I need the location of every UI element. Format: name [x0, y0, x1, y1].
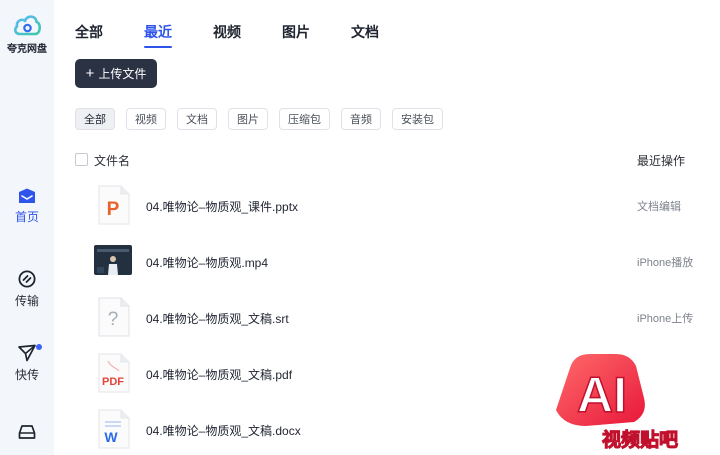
- file-recent-op: iPhone上传: [637, 313, 694, 325]
- file-name: 04.唯物论–物质观_文稿.pdf: [146, 368, 293, 382]
- svg-text:?: ?: [108, 309, 119, 330]
- tab-image[interactable]: 图片: [282, 22, 310, 48]
- tab-document[interactable]: 文档: [351, 22, 379, 48]
- sidebar-item-label: 首页: [14, 210, 39, 224]
- file-row[interactable]: ? 04.唯物论–物质观_文稿.srt iPhone上传: [75, 297, 720, 353]
- file-row[interactable]: P 04.唯物论–物质观_课件.pptx 文档编辑: [75, 185, 720, 241]
- unknown-file-icon: ?: [98, 297, 130, 337]
- file-row[interactable]: 04.唯物论–物质观.mp4 iPhone播放: [75, 241, 720, 297]
- select-all-checkbox[interactable]: [75, 153, 88, 166]
- filter-archive[interactable]: 压缩包: [279, 108, 330, 130]
- file-name: 04.唯物论–物质观_课件.pptx: [146, 200, 299, 214]
- app-name: 夸克网盘: [7, 44, 47, 55]
- plus-icon: +: [85, 65, 95, 82]
- filter-document[interactable]: 文档: [177, 108, 217, 130]
- svg-text:P: P: [107, 199, 120, 220]
- svg-text:PDF: PDF: [102, 376, 124, 388]
- watermark-small-text: 视频贴吧: [602, 428, 678, 451]
- upload-button-label: 上传文件: [98, 67, 147, 81]
- filter-installer[interactable]: 安装包: [392, 108, 443, 130]
- filter-all[interactable]: 全部: [75, 108, 115, 130]
- category-tabs: 全部 最近 视频 图片 文档: [75, 22, 420, 48]
- svg-text:W: W: [104, 429, 118, 445]
- sidebar-item-home[interactable]: 首页: [0, 188, 54, 225]
- file-name: 04.唯物论–物质观_文稿.docx: [146, 424, 301, 438]
- sidebar-item-transfer[interactable]: 传输: [0, 270, 54, 309]
- file-type-filters: 全部 视频 文档 图片 压缩包 音频 安装包: [75, 108, 454, 130]
- watermark-big-text: AI: [577, 367, 627, 423]
- video-thumbnail: [94, 245, 132, 275]
- send-icon: [18, 344, 36, 362]
- app-logo[interactable]: 夸克网盘: [0, 12, 54, 55]
- notification-dot: [36, 344, 42, 350]
- docx-file-icon: W: [98, 409, 130, 449]
- upload-file-button[interactable]: + 上传文件: [75, 59, 157, 88]
- inbox-icon: [18, 425, 36, 439]
- pptx-file-icon: P: [98, 185, 130, 225]
- file-name: 04.唯物论–物质观_文稿.srt: [146, 312, 289, 326]
- transfer-icon: [18, 270, 36, 288]
- file-list-header: 文件名 最近操作: [75, 151, 705, 169]
- sidebar-item-label: 快传: [14, 368, 39, 382]
- file-name: 04.唯物论–物质观.mp4: [146, 256, 269, 270]
- sidebar-item-inbox[interactable]: [0, 424, 54, 440]
- quark-cloud-icon: [14, 15, 41, 36]
- home-icon: [19, 188, 35, 203]
- filter-audio[interactable]: 音频: [341, 108, 381, 130]
- tab-video[interactable]: 视频: [213, 22, 241, 48]
- file-recent-op: iPhone播放: [637, 257, 694, 269]
- watermark-logo: AI 视频贴吧: [556, 354, 679, 452]
- tab-all[interactable]: 全部: [75, 22, 103, 48]
- filter-image[interactable]: 图片: [228, 108, 268, 130]
- sidebar: 夸克网盘 首页 传输 快传: [0, 0, 54, 455]
- pdf-file-icon: PDF: [98, 353, 130, 393]
- tab-recent[interactable]: 最近: [144, 22, 172, 48]
- column-header-recent-op[interactable]: 最近操作: [637, 152, 685, 169]
- filter-video[interactable]: 视频: [126, 108, 166, 130]
- sidebar-item-quick-send[interactable]: 快传: [0, 344, 54, 383]
- sidebar-item-label: 传输: [14, 294, 39, 308]
- app-window: 夸克网盘 首页 传输 快传 全部 最近 视频 图片 文档 + 上传文件 全部 视…: [0, 0, 720, 455]
- column-header-name[interactable]: 文件名: [94, 152, 130, 169]
- file-recent-op: 文档编辑: [637, 201, 681, 213]
